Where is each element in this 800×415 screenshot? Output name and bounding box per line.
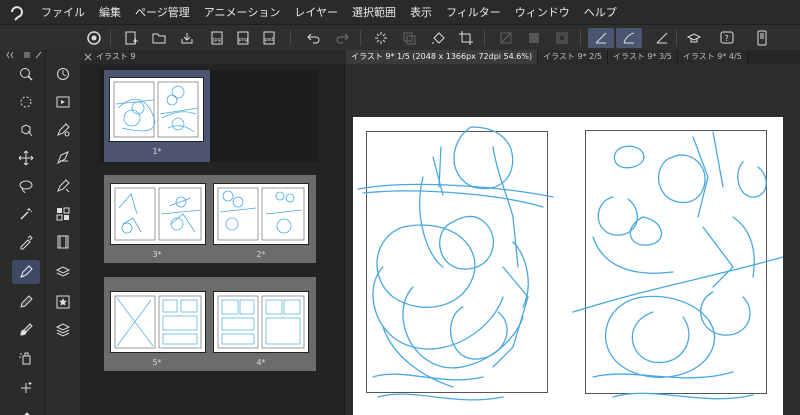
brush-icon[interactable] [12,318,40,342]
material-icon[interactable] [49,290,77,314]
clip-studio-logo-icon[interactable] [0,0,34,24]
page-thumbnail-4[interactable] [213,291,309,353]
page-manager-tab[interactable]: イラスト 9 [80,50,345,64]
snap-grid-icon[interactable] [652,28,672,48]
menu-window[interactable]: ウィンドウ [508,4,577,20]
page-label: 3* [152,250,162,259]
zoom-icon[interactable] [12,62,40,86]
page-thumbnail-3[interactable] [110,183,206,245]
clear-icon[interactable] [496,28,516,48]
decoration-icon[interactable] [12,376,40,400]
layer-property-icon[interactable] [49,260,77,284]
menu-animation[interactable]: アニメーション [197,4,288,20]
magic-wand-icon[interactable] [12,202,40,226]
export-png-icon[interactable]: png [233,28,253,48]
svg-text:psd: psd [265,37,274,43]
menu-layer[interactable]: レイヤー [287,4,345,20]
page-spread-2[interactable]: 3* 2* [104,175,316,263]
menu-selection[interactable]: 選択範囲 [345,4,403,20]
snap-special-ruler-icon[interactable] [616,28,642,48]
command-bar: jpg png psd ? [0,24,800,50]
undo-icon[interactable] [304,28,324,48]
canvas-paper[interactable] [353,117,783,415]
menu-page-management[interactable]: ページ管理 [128,4,197,20]
loading-icon[interactable] [371,28,391,48]
page-label: 4* [256,358,266,367]
pen-icon[interactable] [12,260,40,284]
menu-view[interactable]: 表示 [403,4,439,20]
page-label: 5* [152,358,162,367]
svg-text:jpg: jpg [212,37,221,43]
canvas-tab-1[interactable]: イラスト 9* 1/5 (2048 x 1366px 72dpi 54.6%) [346,50,539,64]
page-manager-panel: イラスト 9 1* 3* 2* 5* 4* [80,50,345,415]
redo-icon[interactable] [332,28,352,48]
smartphone-icon[interactable] [752,28,772,48]
frame-icon[interactable] [552,28,572,48]
pencil-icon[interactable] [12,290,40,314]
rotate-icon[interactable] [12,90,40,114]
canvas-tab-bar: イラスト 9* 1/5 (2048 x 1366px 72dpi 54.6%) … [346,50,800,64]
menu-bar: ファイル 編集 ページ管理 アニメーション レイヤー 選択範囲 表示 フィルター… [0,0,800,24]
save-icon[interactable] [177,28,197,48]
object-select-icon[interactable] [12,118,40,142]
tool-palette [0,50,80,415]
navigator-icon[interactable] [49,62,77,86]
border-icon[interactable] [524,28,544,48]
film-icon[interactable] [49,230,77,254]
menu-edit[interactable]: 編集 [92,4,128,20]
close-icon[interactable] [84,53,92,61]
export-psd-icon[interactable]: psd [259,28,279,48]
page-spread-3[interactable]: 5* 4* [104,277,316,371]
new-icon[interactable] [121,28,141,48]
airbrush-icon[interactable] [12,346,40,370]
companion-icon[interactable] [684,28,704,48]
color-set-icon[interactable] [49,202,77,226]
brush-size-icon[interactable] [49,174,77,198]
canvas-tab-3[interactable]: イラスト 9* 3/5 [607,50,678,64]
move-icon[interactable] [12,146,40,170]
eraser-icon[interactable] [12,402,40,415]
menu-filter[interactable]: フィルター [439,4,508,20]
page-thumbnail-1[interactable] [109,77,204,142]
fill-icon[interactable] [428,28,448,48]
canvas-tab-4[interactable]: イラスト 9* 4/5 [677,50,748,64]
canvas-tab-2[interactable]: イラスト 9* 2/5 [538,50,608,64]
help-icon[interactable]: ? [717,28,737,48]
snap-ruler-icon[interactable] [588,28,614,48]
canvas-area: イラスト 9* 1/5 (2048 x 1366px 72dpi 54.6%) … [346,50,800,415]
palette-header [6,50,42,60]
crop-icon[interactable] [456,28,476,48]
tool-property-icon[interactable] [49,146,77,170]
eyedropper-icon[interactable] [12,230,40,254]
lasso-icon[interactable] [12,174,40,198]
page-label: 2* [256,250,266,259]
page-thumbnail-5[interactable] [110,291,206,353]
animation-timeline-icon[interactable] [49,90,77,114]
page-manager-title: イラスト 9 [96,52,136,61]
svg-text:?: ? [725,34,729,43]
export-jpg-icon[interactable]: jpg [207,28,227,48]
menu-help[interactable]: ヘルプ [577,4,624,20]
layer-icon[interactable] [49,318,77,342]
sketch-strokes [357,126,783,401]
tool-column [0,50,46,415]
page-spread-1[interactable]: 1* [104,70,210,162]
sub-tool-icon[interactable] [49,118,77,142]
svg-text:png: png [239,37,249,43]
clip-studio-icon[interactable] [84,28,104,48]
page-label: 1* [152,147,162,156]
transform-icon[interactable] [399,28,419,48]
sub-tool-column [46,50,80,415]
menu-file[interactable]: ファイル [34,4,92,20]
page-thumbnail-2[interactable] [213,183,309,245]
open-icon[interactable] [149,28,169,48]
